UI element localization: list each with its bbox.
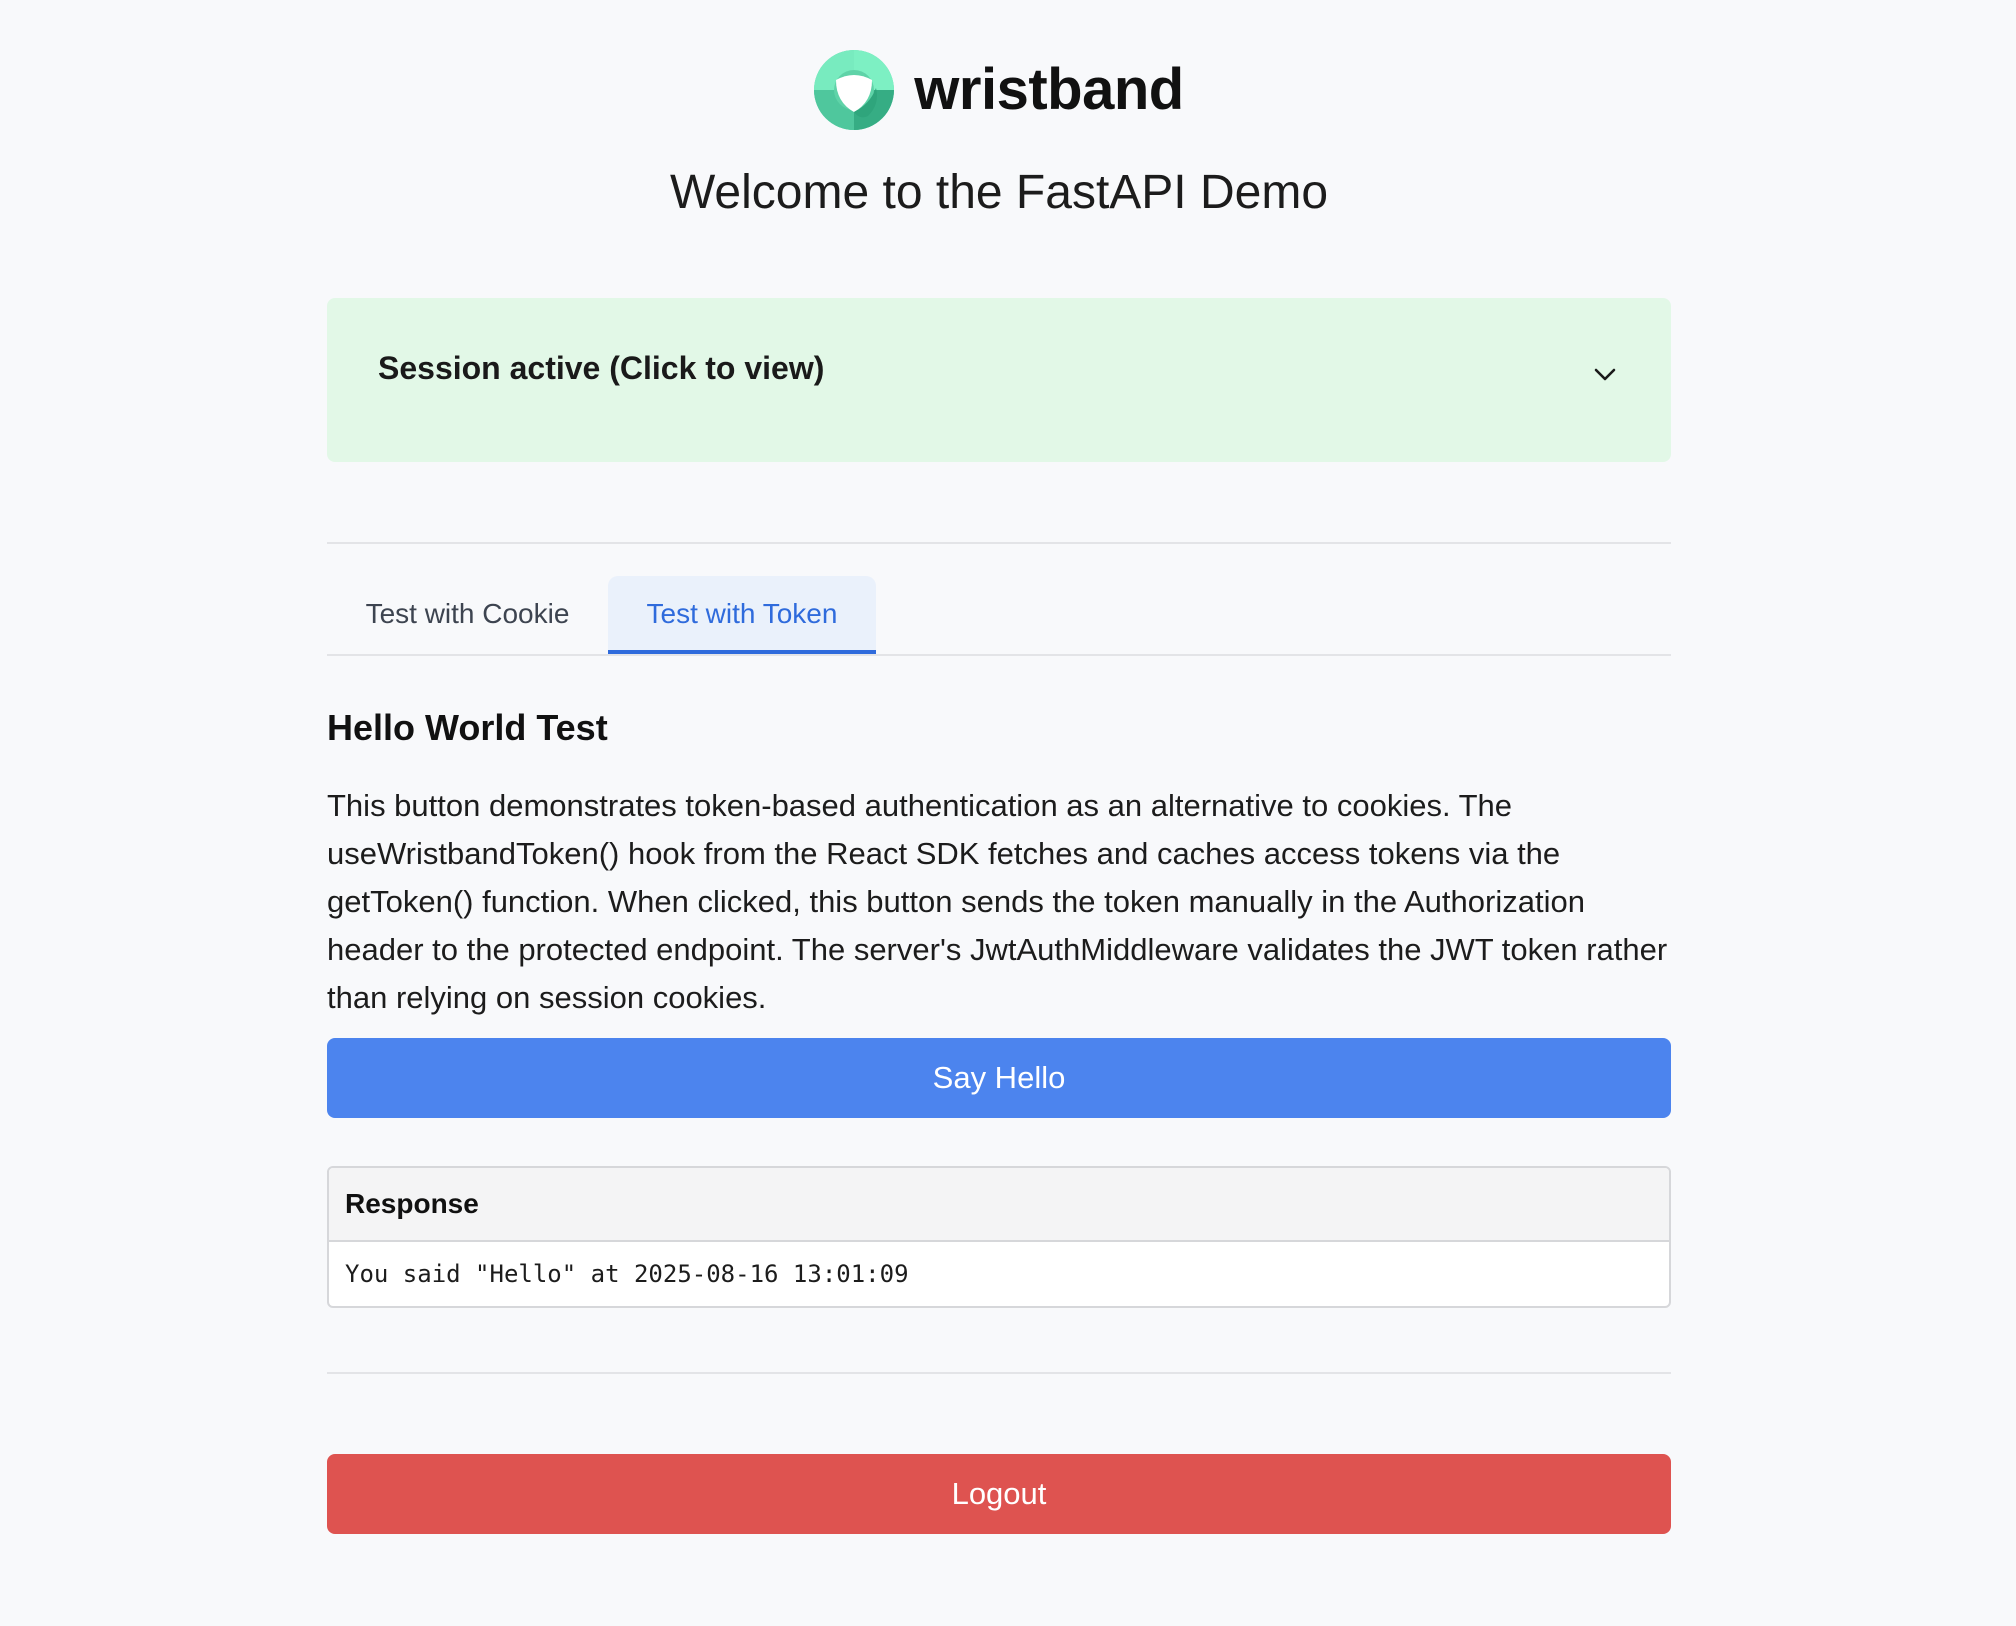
- brand-name: wristband: [914, 57, 1184, 122]
- wristband-logo-icon: [814, 50, 895, 130]
- footer-divider: [327, 1372, 1671, 1374]
- tab-test-with-token[interactable]: Test with Token: [608, 576, 876, 654]
- response-panel: Response You said "Hello" at 2025-08-16 …: [327, 1166, 1671, 1308]
- say-hello-button[interactable]: Say Hello: [327, 1038, 1671, 1118]
- logout-button[interactable]: Logout: [327, 1454, 1671, 1534]
- tab-bar: Test with Cookie Test with Token: [327, 576, 1671, 656]
- session-panel[interactable]: Session active (Click to view): [327, 298, 1671, 462]
- header: wristband Welcome to the FastAPI Demo: [327, 50, 1671, 221]
- response-text: You said "Hello" at 2025-08-16 13:01:09: [345, 1260, 909, 1288]
- section-description: This button demonstrates token-based aut…: [327, 788, 1668, 1015]
- page-title: Welcome to the FastAPI Demo: [669, 166, 1329, 219]
- section-divider: [327, 542, 1671, 544]
- session-status-label: Session active (Click to view): [378, 350, 825, 386]
- chevron-down-icon[interactable]: [1591, 360, 1619, 388]
- tab-test-with-cookie[interactable]: Test with Cookie: [327, 576, 608, 652]
- brand: wristband: [814, 50, 1184, 130]
- section-heading: Hello World Test: [327, 707, 608, 748]
- response-title: Response: [329, 1168, 1669, 1242]
